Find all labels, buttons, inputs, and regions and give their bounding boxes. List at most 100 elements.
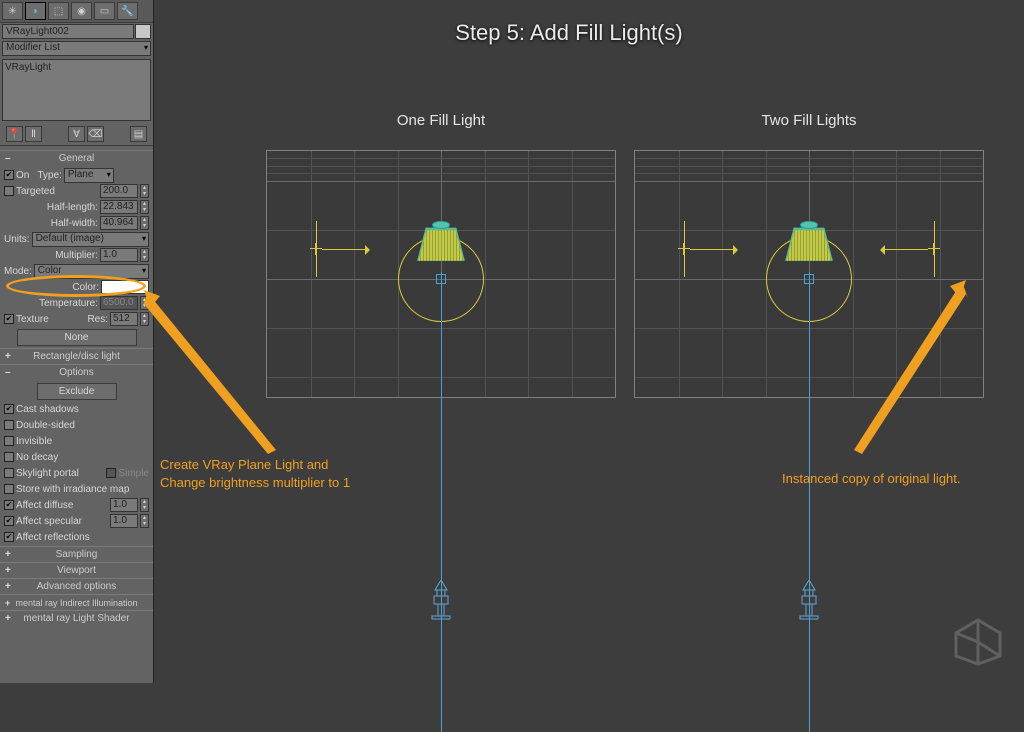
rollout-advanced-title: Advanced options xyxy=(37,581,117,592)
rollout-options-body: Exclude Cast shadows Double-sided Invisi… xyxy=(0,380,153,546)
targeted-spinner[interactable] xyxy=(140,184,149,198)
targeted-checkbox[interactable] xyxy=(4,186,14,196)
rollout-options-header[interactable]: –Options xyxy=(0,364,153,380)
object-name-field[interactable]: VRayLight002 xyxy=(2,24,134,39)
remove-modifier-icon[interactable]: ⌫ xyxy=(87,126,104,142)
on-label: On xyxy=(16,170,29,181)
annotation-right: Instanced copy of original light. xyxy=(782,470,961,488)
rollout-mr-indirect-header[interactable]: +mental ray Indirect Illumination xyxy=(0,594,153,610)
half-width-label: Half-width: xyxy=(4,218,98,229)
temperature-value: 6500.0 xyxy=(100,296,138,310)
rollout-mr-shader-header[interactable]: +mental ray Light Shader xyxy=(0,610,153,626)
tab-utilities-icon[interactable]: 🔧 xyxy=(117,2,138,20)
units-dropdown[interactable]: Default (image) xyxy=(32,232,149,247)
no-decay-checkbox[interactable] xyxy=(4,452,14,462)
half-length-label: Half-length: xyxy=(4,202,98,213)
pin-stack-icon[interactable]: 📍 xyxy=(6,126,23,142)
cast-shadows-checkbox[interactable] xyxy=(4,404,14,414)
annotation-left: Create VRay Plane Light and Change brigh… xyxy=(160,456,350,491)
show-end-result-icon[interactable]: Ⅱ xyxy=(25,126,42,142)
tab-display-icon[interactable]: ▭ xyxy=(94,2,115,20)
half-length-value[interactable]: 22.843 xyxy=(100,200,138,214)
make-unique-icon[interactable]: ∀ xyxy=(68,126,85,142)
viewport-one-fill[interactable] xyxy=(266,150,616,398)
rollout-advanced-header[interactable]: +Advanced options xyxy=(0,578,153,594)
lamp-object[interactable] xyxy=(785,227,833,261)
invisible-checkbox[interactable] xyxy=(4,436,14,446)
rollout-general-body: On Type: Plane Targeted 200.0 Half-lengt… xyxy=(0,166,153,348)
no-decay-label: No decay xyxy=(16,452,58,463)
stack-item[interactable]: VRayLight xyxy=(5,62,51,73)
res-value[interactable]: 512 xyxy=(110,312,138,326)
tab-modify-icon[interactable]: ◗ xyxy=(25,2,46,20)
main-canvas: Step 5: Add Fill Light(s) One Fill Light… xyxy=(154,0,1024,683)
affect-diffuse-label: Affect diffuse xyxy=(16,500,108,511)
lamp-object[interactable] xyxy=(417,227,465,261)
modifier-list-dropdown[interactable]: Modifier List xyxy=(2,41,151,56)
targeted-label: Targeted xyxy=(16,186,98,197)
step-title: Step 5: Add Fill Light(s) xyxy=(154,20,984,46)
affect-reflections-label: Affect reflections xyxy=(16,532,90,543)
rollout-rect-title: Rectangle/disc light xyxy=(33,351,120,362)
mode-label: Mode: xyxy=(4,266,32,277)
half-length-spinner[interactable] xyxy=(140,200,149,214)
targeted-value[interactable]: 200.0 xyxy=(100,184,138,198)
object-color-swatch[interactable] xyxy=(135,24,151,39)
modify-panel: ✳ ◗ ⬚ ◉ ▭ 🔧 VRayLight002 Modifier List V… xyxy=(0,0,154,683)
watermark-logo xyxy=(950,616,1006,669)
rollout-viewport-header[interactable]: +Viewport xyxy=(0,562,153,578)
annotation-arrow-left xyxy=(136,290,296,473)
multiplier-spinner[interactable] xyxy=(140,248,149,262)
skylight-portal-label: Skylight portal xyxy=(16,468,104,479)
double-sided-checkbox[interactable] xyxy=(4,420,14,430)
type-dropdown[interactable]: Plane xyxy=(64,168,114,183)
viewport2-label: Two Fill Lights xyxy=(634,112,984,129)
rollout-mr-indirect-title: mental ray Indirect Illumination xyxy=(15,598,137,608)
double-sided-label: Double-sided xyxy=(16,420,75,431)
affect-specular-value[interactable]: 1.0 xyxy=(110,514,138,528)
half-width-spinner[interactable] xyxy=(140,216,149,230)
affect-diffuse-value[interactable]: 1.0 xyxy=(110,498,138,512)
annotation-arrow-right xyxy=(834,280,974,473)
texture-checkbox[interactable] xyxy=(4,314,14,324)
camera-icon[interactable] xyxy=(428,580,454,620)
affect-specular-checkbox[interactable] xyxy=(4,516,14,526)
affect-diffuse-spinner[interactable] xyxy=(140,498,149,512)
tab-motion-icon[interactable]: ◉ xyxy=(71,2,92,20)
viewport1-label: One Fill Light xyxy=(266,112,616,129)
type-label: Type: xyxy=(37,170,61,181)
rollout-sampling-title: Sampling xyxy=(56,549,98,560)
color-label: Color: xyxy=(4,282,99,293)
skylight-portal-checkbox[interactable] xyxy=(4,468,14,478)
affect-specular-label: Affect specular xyxy=(16,516,108,527)
panel-tabs: ✳ ◗ ⬚ ◉ ▭ 🔧 xyxy=(0,0,153,23)
store-irradiance-checkbox[interactable] xyxy=(4,484,14,494)
simple-checkbox[interactable] xyxy=(106,468,116,478)
on-checkbox[interactable] xyxy=(4,170,14,180)
units-label: Units: xyxy=(4,234,30,245)
camera-line xyxy=(809,272,810,732)
camera-icon[interactable] xyxy=(796,580,822,620)
mode-dropdown[interactable]: Color xyxy=(34,264,149,279)
invisible-label: Invisible xyxy=(16,436,52,447)
affect-diffuse-checkbox[interactable] xyxy=(4,500,14,510)
texture-label: Texture xyxy=(16,314,85,325)
res-label: Res: xyxy=(87,314,108,325)
affect-specular-spinner[interactable] xyxy=(140,514,149,528)
multiplier-label: Multiplier: xyxy=(4,250,98,261)
tab-create-icon[interactable]: ✳ xyxy=(2,2,23,20)
temperature-label: Temperature: xyxy=(4,298,98,309)
configure-sets-icon[interactable]: ▤ xyxy=(130,126,147,142)
exclude-button[interactable]: Exclude xyxy=(37,383,117,400)
multiplier-value[interactable]: 1.0 xyxy=(100,248,138,262)
modifier-stack[interactable]: VRayLight xyxy=(2,59,151,121)
camera-line xyxy=(441,272,442,732)
rollout-rect-header[interactable]: +Rectangle/disc light xyxy=(0,348,153,364)
affect-reflections-checkbox[interactable] xyxy=(4,532,14,542)
half-width-value[interactable]: 40.964 xyxy=(100,216,138,230)
rollout-general-title: General xyxy=(59,153,95,164)
rollout-general-header[interactable]: –General xyxy=(0,150,153,166)
tab-hierarchy-icon[interactable]: ⬚ xyxy=(48,2,69,20)
texture-none-button[interactable]: None xyxy=(17,329,137,346)
rollout-sampling-header[interactable]: +Sampling xyxy=(0,546,153,562)
